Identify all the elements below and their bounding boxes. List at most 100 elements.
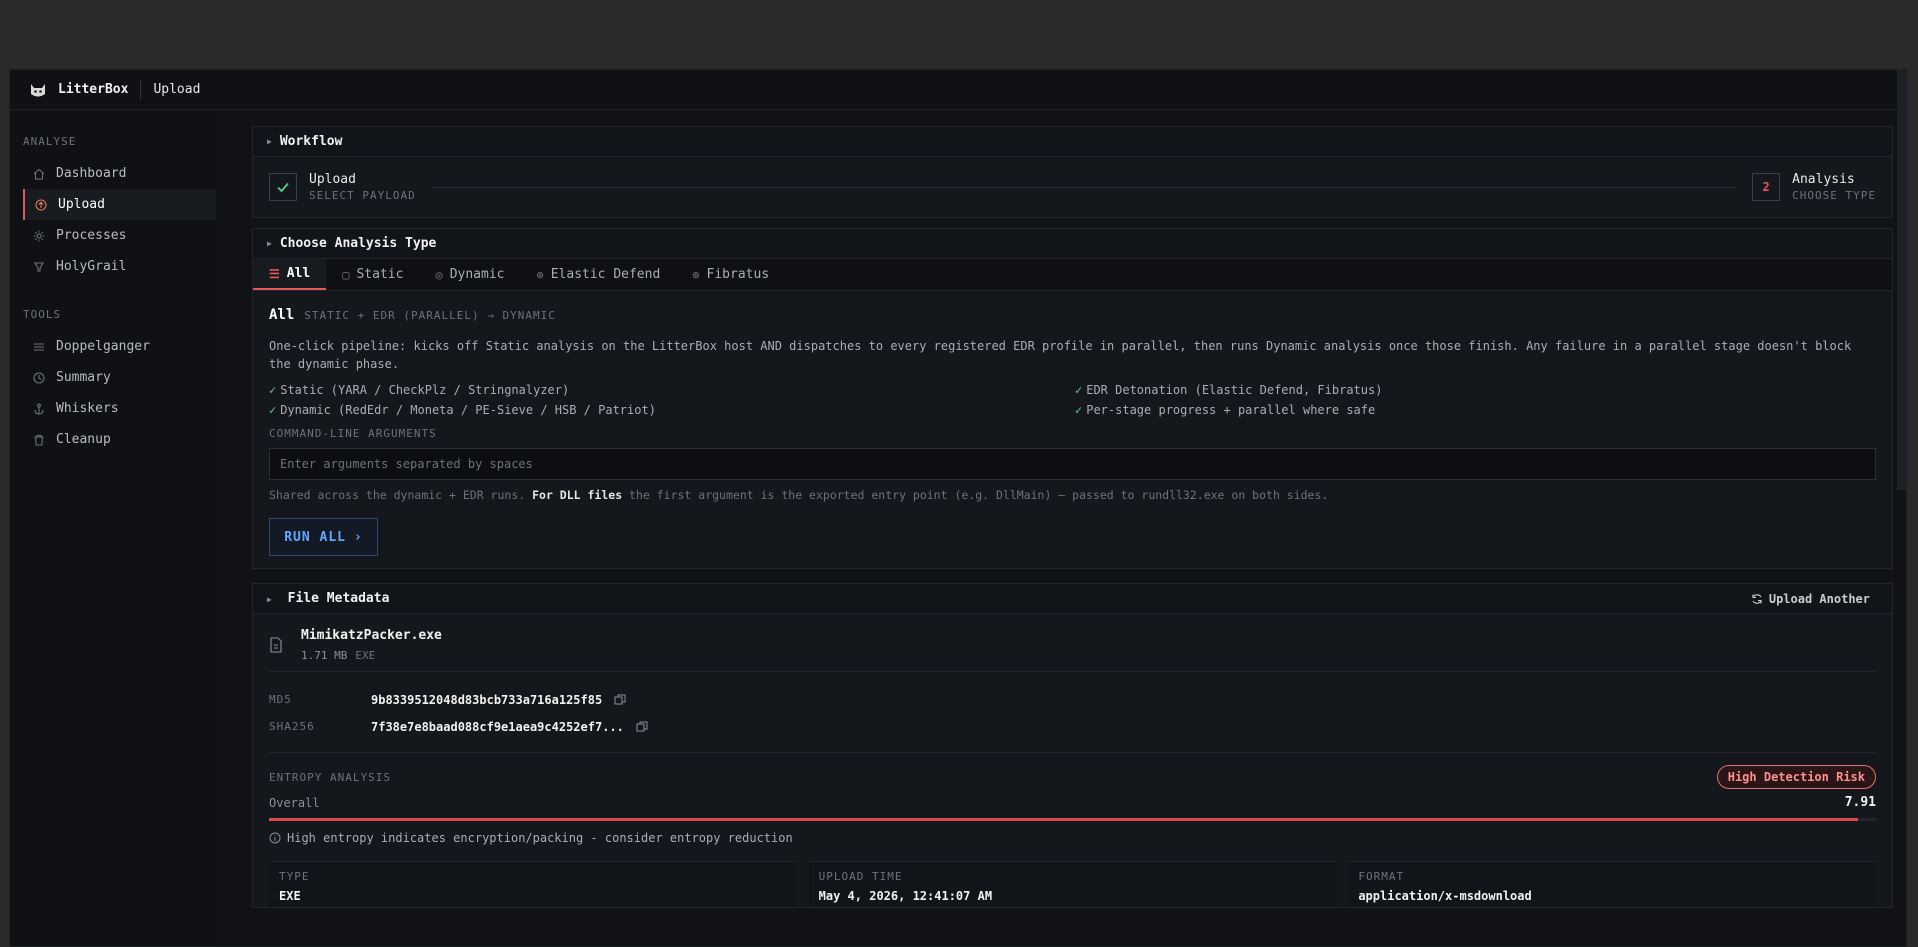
trash-icon	[32, 433, 46, 447]
check-icon: ✓	[269, 383, 277, 397]
globe-icon: ⊕	[692, 267, 700, 282]
meta-format: FORMAT application/x-msdownload	[1348, 861, 1876, 907]
sidebar-item-processes[interactable]: Processes	[10, 220, 220, 251]
list-icon	[32, 340, 46, 354]
md5-row: MD5 9b8339512048d83bcb733a716a125f85	[269, 686, 1876, 713]
check-icon: ✓	[1075, 383, 1083, 397]
args-input[interactable]	[269, 448, 1876, 480]
workflow-header[interactable]: ▶ Workflow	[253, 127, 1892, 157]
analysis-type-header[interactable]: ▶ Choose Analysis Type	[253, 229, 1892, 259]
file-metadata-header: ▶ File Metadata Upload Another	[253, 584, 1892, 614]
file-metadata-body: MimikatzPacker.exe 1.71 MB EXE MD5 9b8339…	[253, 614, 1892, 907]
tab-fibratus[interactable]: ⊕ Fibratus	[676, 259, 785, 290]
md5-value: 9b8339512048d83bcb733a716a125f85	[371, 692, 603, 707]
tab-all[interactable]: ☰ All	[253, 259, 327, 290]
file-metadata-toggle[interactable]: ▶ File Metadata	[267, 591, 389, 606]
workflow-panel: ▶ Workflow Upload SELECT PAYLOAD 2 Analy…	[252, 126, 1893, 218]
step-subtitle: CHOOSE TYPE	[1792, 189, 1876, 202]
chevron-right-icon: ›	[353, 529, 363, 545]
md5-label: MD5	[269, 693, 292, 706]
step-number: 2	[1762, 180, 1770, 194]
analysis-name: All	[269, 307, 295, 323]
check-icon	[277, 182, 289, 193]
cog-icon	[32, 229, 46, 243]
feature-item: ✓ Static (YARA / CheckPlz / Stringnalyzer…	[269, 383, 570, 397]
sha256-label: SHA256	[269, 720, 315, 733]
top-bar: LitterBox Upload	[10, 70, 1906, 110]
sidebar-item-holygrail[interactable]: HolyGrail	[10, 251, 220, 282]
feature-list: ✓ Static (YARA / CheckPlz / Stringnalyzer…	[269, 383, 1876, 417]
entropy-bar-fill	[269, 818, 1859, 821]
analysis-body: All STATIC + EDR (PARALLEL) → DYNAMIC On…	[253, 291, 1892, 568]
risk-badge: High Detection Risk	[1716, 765, 1876, 789]
tab-static[interactable]: ▢ Static	[326, 259, 419, 290]
tab-elastic-defend[interactable]: ⊕ Elastic Defend	[520, 259, 676, 290]
step-1: Upload SELECT PAYLOAD	[309, 172, 416, 202]
upload-icon	[34, 198, 48, 212]
sidebar-item-label: Upload	[58, 197, 105, 212]
sidebar-item-cleanup[interactable]: Cleanup	[10, 424, 220, 455]
feature-item: ✓ Dynamic (RedEdr / Moneta / PE-Sieve / H…	[269, 403, 656, 417]
args-note: Shared across the dynamic + EDR runs. Fo…	[269, 488, 1329, 502]
anchor-icon	[32, 402, 46, 416]
target-icon: ◎	[435, 267, 443, 282]
home-icon	[32, 167, 46, 181]
sidebar-section-tools: TOOLS	[23, 308, 62, 321]
tab-label: Static	[356, 267, 404, 282]
run-all-button[interactable]: RUN ALL ›	[269, 518, 378, 556]
app-window: LitterBox Upload ANALYSE Dashboard Uploa…	[9, 69, 1907, 947]
file-name: MimikatzPacker.exe	[301, 627, 442, 643]
step-2-box: 2	[1752, 173, 1781, 201]
copy-icon[interactable]	[636, 721, 648, 733]
info-icon	[269, 832, 281, 844]
file-icon	[270, 636, 282, 653]
sidebar-item-label: Whiskers	[56, 401, 119, 416]
tab-label: Dynamic	[449, 267, 505, 282]
entropy-note: High entropy indicates encryption/packin…	[269, 831, 1876, 845]
sidebar-item-summary[interactable]: Summary	[10, 362, 220, 393]
sidebar-item-label: Dashboard	[56, 166, 127, 181]
caret-right-icon: ▶	[267, 137, 272, 146]
sidebar: ANALYSE Dashboard Upload Processes HolyG…	[10, 111, 220, 946]
step-2: Analysis CHOOSE TYPE	[1792, 172, 1876, 202]
sidebar-item-dashboard[interactable]: Dashboard	[10, 158, 220, 189]
file-summary: MimikatzPacker.exe 1.71 MB EXE	[269, 626, 1876, 672]
entropy-section: ENTROPY ANALYSIS High Detection Risk Ove…	[269, 753, 1876, 907]
caret-right-icon: ▶	[267, 595, 272, 604]
upload-another-button[interactable]: Upload Another	[1751, 592, 1870, 606]
pipeline-summary: STATIC + EDR (PARALLEL) → DYNAMIC	[304, 309, 556, 322]
refresh-icon	[1752, 593, 1762, 604]
step-1-box	[269, 173, 297, 201]
clock-icon	[32, 371, 46, 385]
panel-title: Workflow	[279, 134, 343, 149]
sidebar-item-whiskers[interactable]: Whiskers	[10, 393, 220, 424]
sidebar-item-label: Processes	[56, 228, 127, 243]
entropy-bar	[269, 818, 1876, 821]
analysis-heading: All STATIC + EDR (PARALLEL) → DYNAMIC	[269, 307, 1876, 323]
brand-name[interactable]: LitterBox	[58, 82, 128, 97]
workflow-steps: Upload SELECT PAYLOAD 2 Analysis CHOOSE …	[253, 157, 1892, 217]
sidebar-item-label: Doppelganger	[56, 339, 150, 354]
step-connector	[431, 186, 1737, 188]
metadata-grid: TYPE EXE UPLOAD TIME May 4, 2026, 12:41:07…	[269, 861, 1876, 907]
main-content: ▶ Workflow Upload SELECT PAYLOAD 2 Analy…	[252, 126, 1893, 908]
copy-icon[interactable]	[614, 694, 626, 706]
analysis-type-panel: ▶ Choose Analysis Type ☰ All ▢ Static ◎ …	[252, 228, 1893, 569]
meta-upload-time: UPLOAD TIME May 4, 2026, 12:41:07 AM	[808, 861, 1337, 907]
meta-type: TYPE EXE	[269, 861, 797, 907]
analysis-description: One-click pipeline: kicks off Static ana…	[269, 339, 1852, 371]
sidebar-item-label: Summary	[56, 370, 111, 385]
tab-dynamic[interactable]: ◎ Dynamic	[419, 259, 520, 290]
list-filter-icon: ☰	[269, 266, 280, 281]
panel-title: Choose Analysis Type	[279, 236, 437, 251]
sidebar-item-doppelganger[interactable]: Doppelganger	[10, 331, 220, 362]
file-details: 1.71 MB EXE	[301, 649, 442, 662]
sidebar-item-upload[interactable]: Upload	[23, 189, 216, 220]
step-title: Upload	[309, 172, 356, 187]
sha256-value: 7f38e7e8baad088cf9e1aea9c4252ef7...	[371, 719, 624, 734]
tab-label: Elastic Defend	[550, 267, 661, 282]
overall-value: 7.91	[1844, 795, 1876, 810]
globe-icon: ⊕	[536, 267, 544, 282]
page-scrollbar[interactable]	[1897, 70, 1906, 490]
entropy-title: ENTROPY ANALYSIS	[269, 770, 391, 784]
